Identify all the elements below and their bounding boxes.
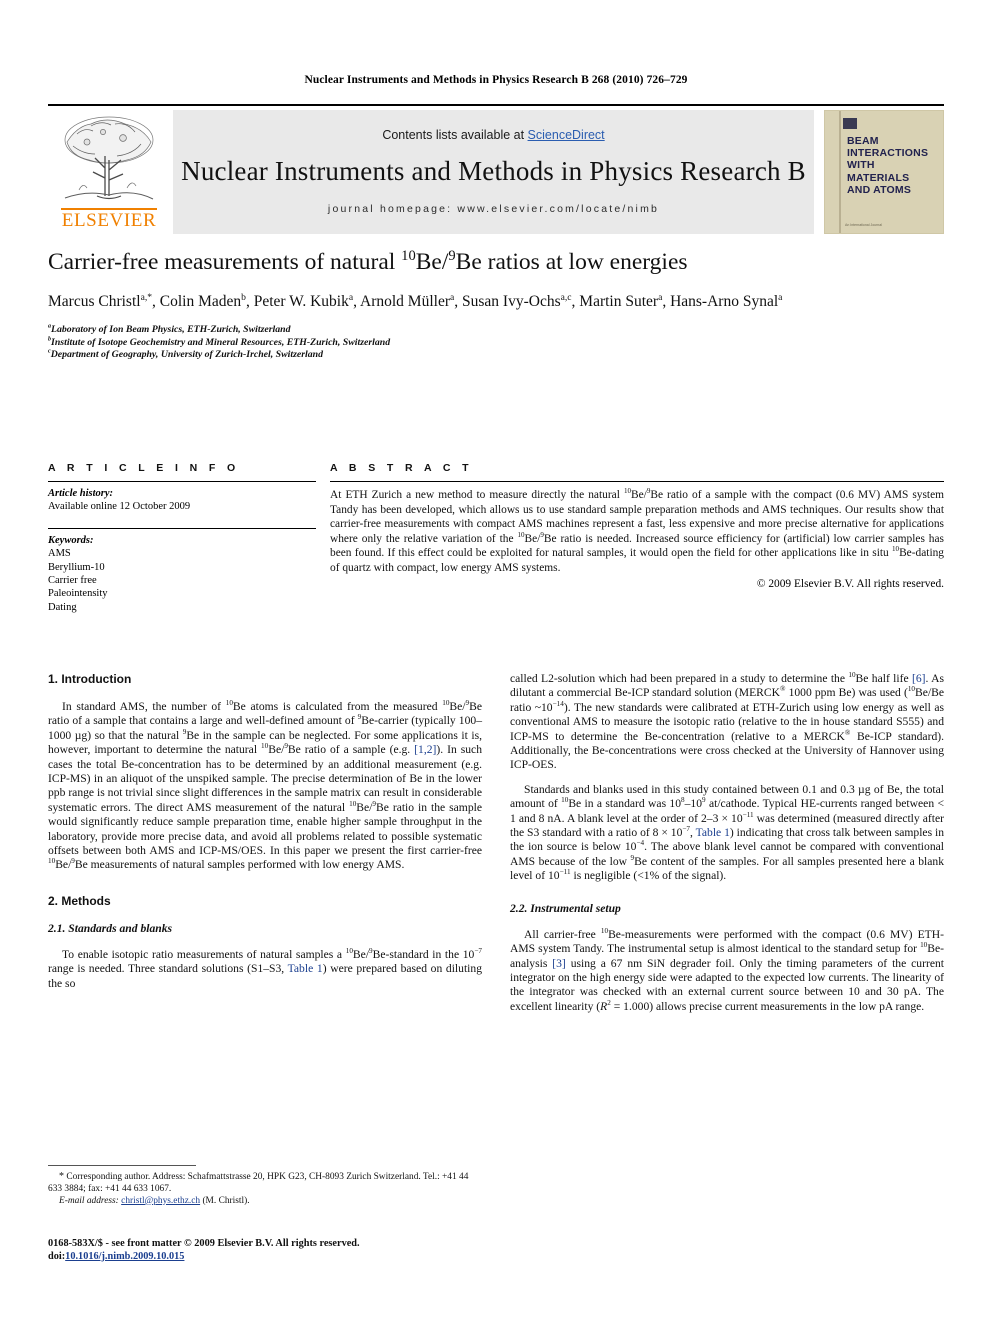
keywords-block: Keywords: AMS Beryllium-10 Carrier free … — [48, 529, 316, 614]
cover-mini-logo-icon — [843, 118, 857, 129]
cover-line-1: BEAM — [847, 135, 879, 147]
elsevier-tree-icon — [64, 116, 154, 200]
front-matter-line: 0168-583X/$ - see front matter © 2009 El… — [48, 1238, 360, 1249]
cover-spine — [839, 111, 841, 233]
heading-introduction: 1. Introduction — [48, 672, 132, 686]
footnote-rule — [48, 1165, 196, 1166]
doi-link[interactable]: 10.1016/j.nimb.2009.10.015 — [65, 1251, 184, 1262]
citation-table-1[interactable]: Table 1 — [288, 962, 323, 975]
citation-table-1-b[interactable]: Table 1 — [696, 826, 730, 839]
footnote-email: E-mail address: christl@phys.ethz.ch (M.… — [48, 1196, 482, 1208]
paragraph-blank-levels: Standards and blanks used in this study … — [510, 782, 945, 883]
doi-line: doi:10.1016/j.nimb.2009.10.015 — [48, 1250, 508, 1263]
keywords-label: Keywords: — [48, 534, 94, 546]
keyword-item: Carrier free — [48, 575, 97, 587]
article-history-block: Article history: Available online 12 Oct… — [48, 482, 316, 514]
paragraph-instrumental-setup: All carrier-free 10Be-measurements were … — [510, 926, 944, 1013]
keyword-item: Paleointensity — [48, 588, 108, 600]
title-part-1: Carrier-free measurements of natural — [48, 249, 402, 275]
left-column: 1. Introduction In standard AMS, the num… — [48, 672, 482, 1014]
keyword-item: AMS — [48, 548, 71, 560]
affiliation-list: aLaboratory of Ion Beam Physics, ETH-Zur… — [48, 324, 944, 362]
title-block: Carrier-free measurements of natural 10B… — [48, 247, 944, 362]
affiliation-a: aLaboratory of Ion Beam Physics, ETH-Zur… — [48, 324, 944, 337]
citation-1-2[interactable]: [1,2] — [414, 743, 436, 756]
abstract-copyright: © 2009 Elsevier B.V. All rights reserved… — [756, 577, 944, 590]
footnote-corresponding-author: * Corresponding author. Address: Schafma… — [48, 1171, 482, 1196]
keyword-item: Dating — [48, 601, 77, 613]
page-title: Carrier-free measurements of natural 10B… — [48, 247, 944, 277]
journal-masthead: ELSEVIER Contents lists available at Sci… — [48, 104, 944, 234]
affil-text-c: Department of Geography, University of Z… — [50, 349, 324, 361]
paper-page: Nuclear Instruments and Methods in Physi… — [0, 0, 992, 1323]
cover-footer-text: An International Journal — [845, 223, 882, 227]
cover-title-text: BEAM INTERACTIONS WITH MATERIALS AND ATO… — [847, 135, 928, 196]
elsevier-wordmark: ELSEVIER — [61, 210, 157, 231]
paragraph-intro: In standard AMS, the number of 10Be atom… — [48, 699, 482, 872]
footnote-corresponding-text: Corresponding author. Address: Schafmatt… — [48, 1172, 469, 1194]
cover-line-5: AND ATOMS — [847, 183, 912, 196]
issn-copyright-block: 0168-583X/$ - see front matter © 2009 El… — [48, 1237, 508, 1263]
article-history-label: Article history: — [48, 488, 114, 499]
affiliation-b: bInstitute of Isotope Geochemistry and M… — [48, 336, 944, 350]
author-marker: b — [241, 291, 246, 303]
abstract-column: A B S T R A C T At ETH Zurich a new meth… — [330, 462, 944, 614]
article-info-column: A R T I C L E I N F O Article history: A… — [48, 462, 330, 614]
author-marker: a,* — [140, 291, 153, 303]
cover-line-2: INTERACTIONS — [847, 147, 929, 160]
author-list: Marcus Christla,*, Colin Madenb, Peter W… — [48, 291, 783, 310]
author-marker: a — [348, 291, 354, 303]
body-columns: 1. Introduction In standard AMS, the num… — [48, 672, 944, 1014]
sciencedirect-link[interactable]: ScienceDirect — [528, 128, 605, 142]
author-marker: a — [658, 291, 663, 303]
journal-homepage[interactable]: journal homepage: www.elsevier.com/locat… — [328, 203, 659, 215]
paragraph-standards-blanks-a: To enable isotopic ratio measurements of… — [48, 947, 482, 990]
abstract-text: At ETH Zurich a new method to measure di… — [330, 487, 944, 574]
right-column: called L2-solution which had been prepar… — [510, 672, 944, 1014]
heading-methods: 2. Methods — [48, 893, 111, 908]
affiliation-c: cDepartment of Geography, University of … — [48, 349, 944, 362]
cover-line-4: MATERIALS — [847, 171, 910, 184]
heading-standards-and-blanks: 2.1. Standards and blanks — [48, 921, 173, 935]
affil-text-a: Laboratory of Ion Beam Physics, ETH-Zuri… — [51, 324, 291, 335]
abstract-heading: A B S T R A C T — [330, 462, 473, 474]
author-marker: a — [778, 291, 783, 303]
running-head: Nuclear Instruments and Methods in Physi… — [304, 74, 688, 86]
email-suffix: (M. Christl). — [202, 1195, 250, 1206]
journal-title: Nuclear Instruments and Methods in Physi… — [181, 155, 806, 186]
paragraph-standards-blanks-b: called L2-solution which had been prepar… — [510, 671, 944, 772]
masthead-center-band: Contents lists available at ScienceDirec… — [173, 110, 814, 234]
citation-6[interactable]: [6] — [912, 672, 926, 685]
journal-cover-cell: BEAM INTERACTIONS WITH MATERIALS AND ATO… — [820, 110, 944, 234]
email-label: E-mail address: — [59, 1195, 119, 1206]
contents-prefix: Contents lists available at — [382, 127, 528, 142]
article-info-heading: A R T I C L E I N F O — [48, 462, 240, 474]
doi-label: doi: — [48, 1251, 66, 1262]
title-part-2: Be/ — [415, 249, 449, 275]
cover-line-3: WITH — [847, 159, 875, 172]
author-marker: a — [450, 291, 455, 303]
heading-instrumental-setup: 2.2. Instrumental setup — [510, 901, 621, 915]
keyword-item: Beryllium-10 — [48, 561, 105, 573]
title-sup-9: 9 — [448, 248, 456, 265]
affil-text-b: Institute of Isotope Geochemistry and Mi… — [51, 336, 391, 348]
email-link[interactable]: christl@phys.ethz.ch — [121, 1196, 200, 1206]
asterisk-icon: * — [59, 1171, 64, 1182]
citation-3[interactable]: [3] — [552, 957, 566, 970]
article-history-value: Available online 12 October 2009 — [48, 501, 191, 513]
journal-cover-thumbnail: BEAM INTERACTIONS WITH MATERIALS AND ATO… — [824, 110, 944, 234]
info-abstract-row: A R T I C L E I N F O Article history: A… — [48, 462, 944, 614]
author-marker: a,c — [560, 291, 572, 303]
elsevier-logo: ELSEVIER — [48, 110, 170, 234]
footnote-block: * Corresponding author. Address: Schafma… — [48, 1165, 482, 1207]
contents-available-line: Contents lists available at ScienceDirec… — [382, 128, 604, 142]
title-sup-10: 10 — [401, 248, 416, 265]
title-part-3: Be ratios at low energies — [455, 249, 688, 275]
